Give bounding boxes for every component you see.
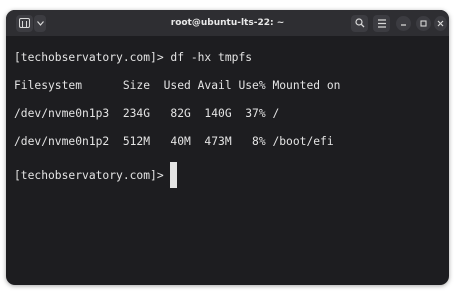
minimize-icon: [401, 24, 406, 26]
prompt-text: [techobservatory.com]>: [14, 169, 171, 182]
close-icon: [437, 20, 444, 27]
search-button[interactable]: [351, 15, 368, 32]
prompt-line[interactable]: [techobservatory.com]>: [14, 162, 178, 190]
close-button[interactable]: [434, 16, 447, 31]
maximize-icon: [420, 20, 427, 27]
minimize-button[interactable]: [396, 16, 411, 31]
terminal-window: root@ubuntu-lts-22: ~ [techobservatory.c…: [6, 10, 449, 285]
search-icon: [354, 18, 364, 28]
output-row-line: /dev/nvme0n1p3 234G 82G 140G 37% /: [14, 107, 280, 120]
output-header-line: Filesystem Size Used Avail Use% Mounted …: [14, 79, 341, 92]
hamburger-menu-icon: [377, 19, 386, 28]
menu-button[interactable]: [373, 15, 390, 32]
title-bar[interactable]: root@ubuntu-lts-22: ~: [6, 10, 449, 36]
maximize-button[interactable]: [416, 16, 431, 31]
terminal-output[interactable]: [techobservatory.com]> df -hx tmpfs File…: [14, 36, 444, 281]
output-row-line: /dev/nvme0n1p2 512M 40M 473M 8% /boot/ef…: [14, 135, 334, 148]
text-cursor: [170, 162, 178, 188]
command-line: [techobservatory.com]> df -hx tmpfs: [14, 51, 253, 64]
